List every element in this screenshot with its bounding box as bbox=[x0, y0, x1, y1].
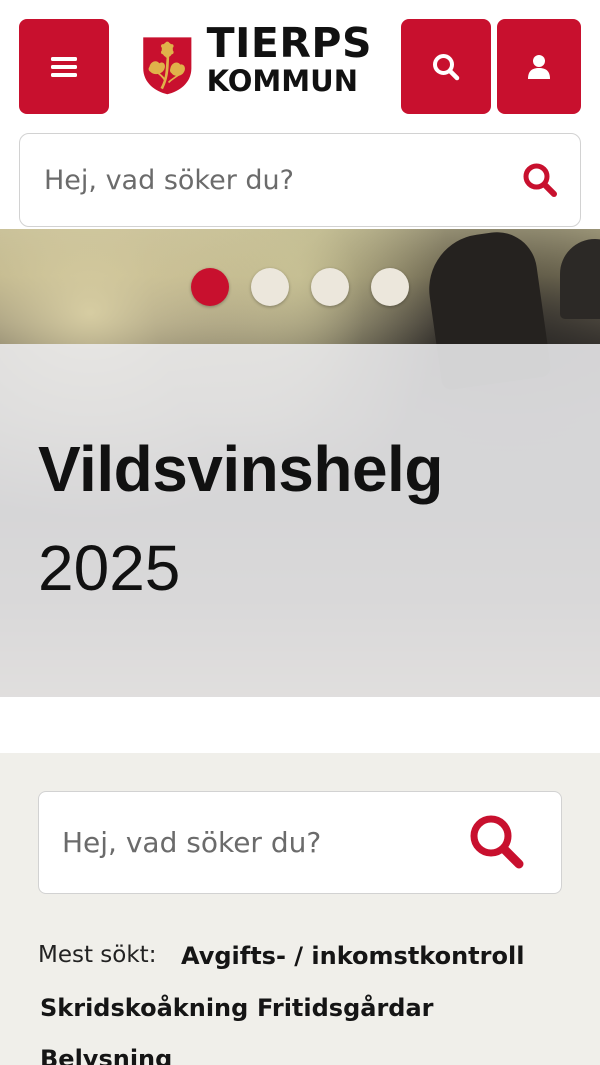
carousel-dots bbox=[0, 268, 600, 308]
top-search-field[interactable] bbox=[19, 133, 581, 227]
popular-link-belysning[interactable]: Belysning bbox=[40, 1045, 172, 1065]
search-icon[interactable] bbox=[522, 162, 558, 198]
hero-text-overlay bbox=[0, 344, 600, 697]
hero-title[interactable]: Vildsvinshelg bbox=[38, 432, 443, 506]
site-header: TIERPS KOMMUN bbox=[0, 0, 600, 130]
main-search-field[interactable] bbox=[38, 791, 562, 894]
popular-link-fritidsgardar[interactable]: Fritidsgårdar bbox=[257, 994, 434, 1022]
hamburger-icon bbox=[51, 56, 77, 77]
coat-of-arms-icon bbox=[143, 37, 192, 95]
header-search-button[interactable] bbox=[401, 19, 491, 114]
carousel-dot-1[interactable] bbox=[191, 268, 229, 306]
section-spacer bbox=[0, 697, 600, 753]
most-searched-label: Mest sökt: bbox=[38, 942, 157, 968]
search-icon bbox=[433, 53, 460, 80]
logo-text-tierps: TIERPS bbox=[206, 19, 372, 67]
popular-link-avgifts[interactable]: Avgifts- / inkomstkontroll bbox=[181, 942, 524, 970]
search-icon[interactable] bbox=[467, 812, 527, 872]
carousel-dot-3[interactable] bbox=[311, 268, 349, 306]
user-login-button[interactable] bbox=[497, 19, 581, 114]
popular-link-skridskoakning[interactable]: Skridskoåkning bbox=[40, 994, 248, 1022]
site-logo[interactable]: TIERPS KOMMUN bbox=[142, 18, 372, 114]
menu-button[interactable] bbox=[19, 19, 109, 114]
user-icon bbox=[528, 54, 550, 79]
carousel-dot-2[interactable] bbox=[251, 268, 289, 306]
top-search-input[interactable] bbox=[44, 164, 484, 196]
main-search-input[interactable] bbox=[62, 826, 452, 859]
carousel-dot-4[interactable] bbox=[371, 268, 409, 306]
hero-subtitle: 2025 bbox=[38, 532, 181, 604]
logo-text-kommun: KOMMUN bbox=[206, 64, 358, 98]
